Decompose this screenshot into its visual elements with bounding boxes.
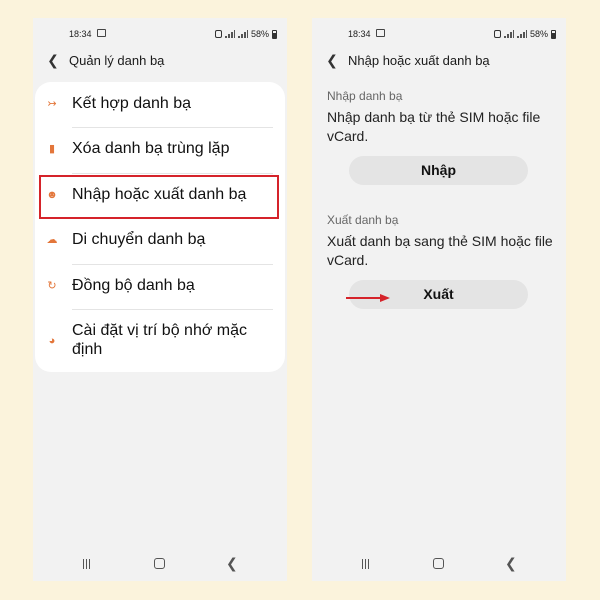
back-icon[interactable]: ❮ bbox=[505, 555, 517, 571]
menu-item-label: Kết hợp danh bạ bbox=[72, 95, 192, 112]
signal-icon bbox=[237, 30, 248, 38]
red-arrow-icon bbox=[346, 294, 390, 302]
home-icon[interactable] bbox=[154, 558, 165, 569]
menu-item-move-contacts[interactable]: ☁ Di chuyển danh bạ bbox=[35, 230, 285, 260]
divider bbox=[72, 264, 273, 265]
recent-apps-icon[interactable] bbox=[81, 559, 93, 569]
gallery-icon bbox=[376, 29, 385, 37]
navigation-bar: ❮ bbox=[312, 555, 566, 575]
divider bbox=[72, 309, 273, 310]
menu-item-label: Cài đặt vị trí bộ nhớ mặc định bbox=[72, 322, 248, 358]
highlight-box bbox=[39, 175, 279, 219]
back-arrow-icon[interactable]: ❮ bbox=[45, 52, 61, 68]
recent-apps-icon[interactable] bbox=[360, 559, 372, 569]
sync-icon: ↻ bbox=[47, 280, 57, 292]
gallery-icon bbox=[97, 29, 106, 37]
move-cloud-icon: ☁ bbox=[46, 234, 58, 246]
import-description: Nhập danh bạ từ thẻ SIM hoặc file vCard. bbox=[327, 109, 541, 144]
battery-icon bbox=[272, 29, 277, 39]
home-icon[interactable] bbox=[433, 558, 444, 569]
contacts-menu-card: ↣ Kết hợp danh bạ ▮ Xóa danh bạ trùng lặ… bbox=[35, 82, 285, 372]
remove-duplicates-icon: ▮ bbox=[48, 143, 56, 155]
menu-item-label: Đồng bộ danh bạ bbox=[72, 277, 195, 294]
divider bbox=[72, 127, 273, 128]
menu-item-merge-contacts[interactable]: ↣ Kết hợp danh bạ bbox=[35, 94, 285, 124]
battery-percent: 58% bbox=[250, 29, 269, 39]
navigation-bar: ❮ bbox=[33, 555, 287, 575]
signal-icon bbox=[516, 30, 527, 38]
alarm-icon bbox=[214, 30, 222, 38]
status-bar: 18:34 58% bbox=[33, 26, 287, 42]
menu-item-default-storage[interactable]: ◕ Cài đặt vị trí bộ nhớ mặc định bbox=[35, 321, 285, 363]
merge-icon: ↣ bbox=[47, 98, 57, 110]
phone-screen-right: 18:34 58% ❮ Nhập hoặc xuất danh bạ Nhập … bbox=[312, 18, 566, 581]
divider bbox=[72, 173, 273, 174]
status-indicators: 58% bbox=[214, 29, 277, 39]
battery-icon bbox=[551, 29, 556, 39]
status-bar: 18:34 58% bbox=[312, 26, 566, 42]
signal-icon bbox=[503, 30, 514, 38]
status-time: 18:34 bbox=[69, 29, 92, 39]
menu-item-label: Di chuyển danh bạ bbox=[72, 231, 206, 248]
alarm-icon bbox=[493, 30, 501, 38]
import-section-label: Nhập danh bạ bbox=[327, 89, 403, 103]
back-arrow-icon[interactable]: ❮ bbox=[324, 52, 340, 68]
menu-item-remove-duplicates[interactable]: ▮ Xóa danh bạ trùng lặp bbox=[35, 139, 285, 169]
back-icon[interactable]: ❮ bbox=[226, 555, 238, 571]
status-indicators: 58% bbox=[493, 29, 556, 39]
status-time: 18:34 bbox=[348, 29, 371, 39]
menu-item-sync-contacts[interactable]: ↻ Đồng bộ danh bạ bbox=[35, 276, 285, 306]
page-title: Nhập hoặc xuất danh bạ bbox=[348, 53, 490, 68]
app-header: ❮ Nhập hoặc xuất danh bạ bbox=[312, 52, 566, 72]
menu-item-label: Xóa danh bạ trùng lặp bbox=[72, 140, 230, 157]
app-header: ❮ Quản lý danh bạ bbox=[33, 52, 287, 72]
phone-screen-left: 18:34 58% ❮ Quản lý danh bạ ↣ Kết hợp da… bbox=[33, 18, 287, 581]
import-button[interactable]: Nhập bbox=[349, 156, 528, 185]
battery-percent: 58% bbox=[529, 29, 548, 39]
storage-location-icon: ◕ bbox=[48, 335, 56, 347]
export-description: Xuất danh bạ sang thẻ SIM hoặc file vCar… bbox=[327, 233, 553, 268]
page-title: Quản lý danh bạ bbox=[69, 53, 165, 68]
export-section-label: Xuất danh bạ bbox=[327, 213, 399, 227]
signal-icon bbox=[224, 30, 235, 38]
